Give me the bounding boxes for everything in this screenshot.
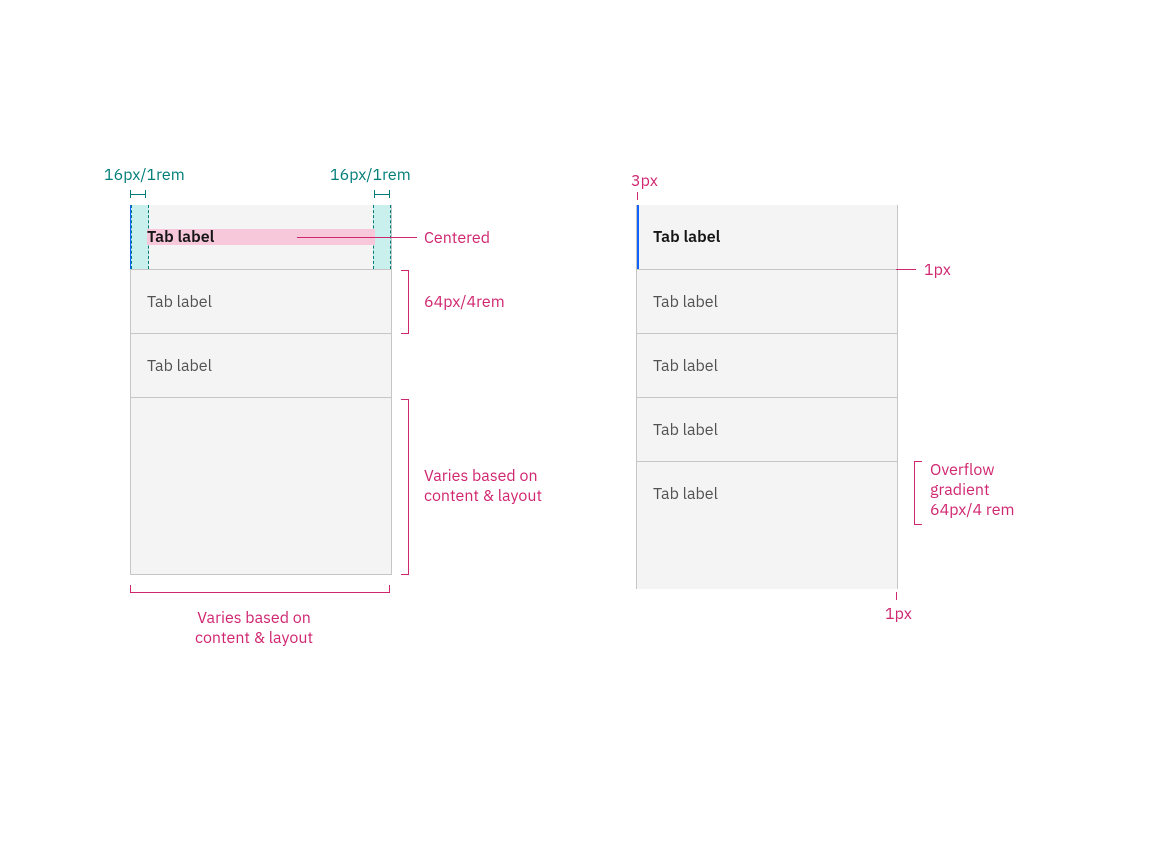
divider-label: 1px bbox=[924, 260, 951, 280]
tab-item[interactable]: Tab label bbox=[637, 333, 897, 397]
tab-label: Tab label bbox=[653, 420, 718, 440]
vertical-tablist-overflow: Tab label Tab label Tab label Tab label … bbox=[636, 205, 898, 589]
tab-label: Tab label bbox=[653, 292, 718, 312]
content-height-bracket bbox=[408, 399, 409, 575]
tab-label: Tab label bbox=[147, 356, 212, 376]
overflow-bracket bbox=[914, 461, 915, 525]
tab-item[interactable]: Tab label bbox=[131, 269, 391, 333]
tab-label: Tab label bbox=[653, 227, 720, 247]
tab-panel bbox=[131, 397, 391, 574]
tab-item[interactable]: Tab label bbox=[131, 333, 391, 397]
tab-item[interactable]: Tab label bbox=[637, 461, 897, 525]
indicator-tick bbox=[637, 192, 638, 200]
overflow-gradient bbox=[637, 525, 897, 589]
content-height-label: Varies based on content & layout bbox=[424, 466, 542, 506]
tab-label: Tab label bbox=[147, 292, 212, 312]
spec-diagram-right: Tab label Tab label Tab label Tab label … bbox=[636, 205, 898, 589]
tab-selected[interactable]: Tab label bbox=[637, 205, 897, 269]
tab-label: Tab label bbox=[653, 484, 718, 504]
overflow-label: Overflow gradient 64px/4 rem bbox=[930, 460, 1014, 520]
divider-leader bbox=[896, 269, 916, 270]
row-height-label: 64px/4rem bbox=[424, 292, 505, 312]
width-label: Varies based on content & layout bbox=[195, 608, 313, 648]
padding-right-bar bbox=[374, 190, 390, 198]
width-bracket bbox=[130, 592, 390, 593]
tab-label: Tab label bbox=[147, 227, 214, 247]
padding-right-label: 16px/1rem bbox=[330, 165, 411, 185]
bottom-border-label: 1px bbox=[885, 604, 912, 624]
row-height-bracket bbox=[408, 270, 409, 334]
vertical-tablist: Tab label Tab label Tab label bbox=[130, 205, 392, 575]
tab-label: Tab label bbox=[653, 356, 718, 376]
indicator-width-label: 3px bbox=[631, 171, 658, 191]
centered-leader bbox=[297, 237, 417, 238]
spec-diagram-left: Tab label Tab label Tab label bbox=[130, 205, 392, 575]
padding-left-label: 16px/1rem bbox=[104, 165, 185, 185]
tab-item[interactable]: Tab label bbox=[637, 397, 897, 461]
padding-left-bar bbox=[130, 190, 146, 198]
tab-item[interactable]: Tab label bbox=[637, 269, 897, 333]
centered-label: Centered bbox=[424, 228, 490, 248]
bottom-tick bbox=[896, 592, 897, 600]
